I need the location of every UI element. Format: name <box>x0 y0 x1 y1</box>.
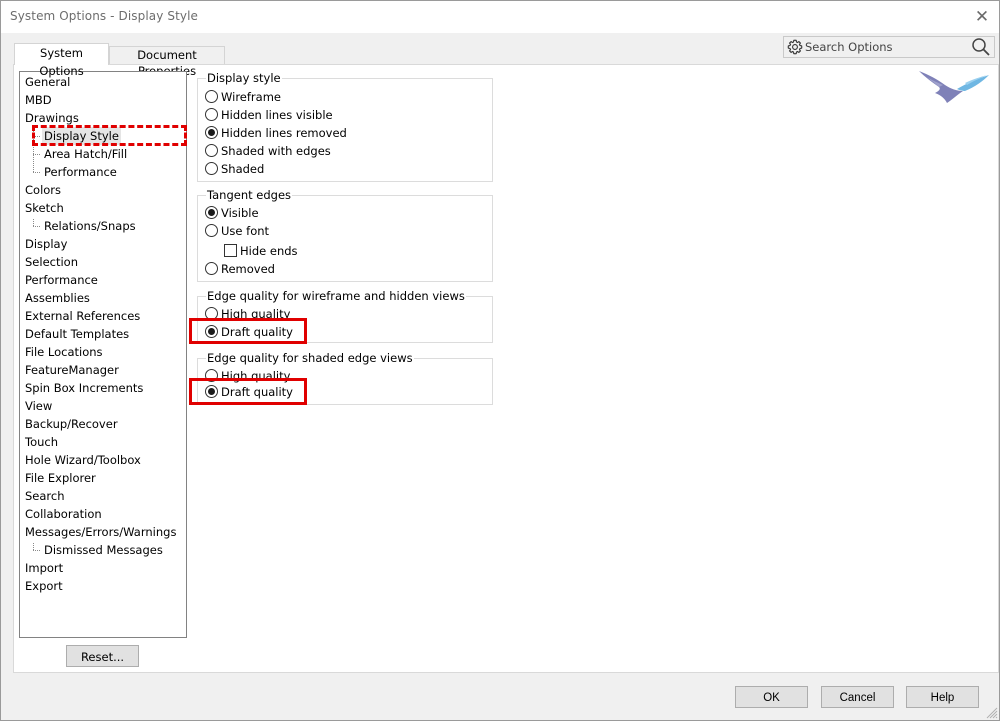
window-title: System Options - Display Style <box>10 9 199 23</box>
tree-item-area-hatch-fill[interactable]: Area Hatch/Fill <box>44 145 127 163</box>
tangent-edges-group-title: Tangent edges <box>206 188 293 202</box>
gear-icon[interactable] <box>786 38 804 56</box>
tab-document-properties[interactable]: Document Properties <box>109 46 225 78</box>
checkbox-label: Hide ends <box>240 244 298 258</box>
close-button[interactable]: ✕ <box>969 4 995 30</box>
display-style-group: Display style Wireframe Hidden lines vis… <box>197 71 493 182</box>
radio-wireframe[interactable]: Wireframe <box>205 88 281 106</box>
tree-item-mbd[interactable]: MBD <box>25 91 52 109</box>
tree-guide-messages <box>33 543 34 550</box>
radio-label: Wireframe <box>221 90 281 104</box>
tree-hook <box>33 172 40 173</box>
tree-item-drawings-performance[interactable]: Performance <box>44 163 117 181</box>
edge-quality-shaded-title: Edge quality for shaded edge views <box>206 351 414 365</box>
search-options-box[interactable] <box>783 36 995 58</box>
radio-label: Visible <box>221 206 259 220</box>
radio-wireframe-draft-quality[interactable]: Draft quality <box>205 323 293 341</box>
reset-button[interactable]: Reset... <box>66 645 139 667</box>
radio-label: Draft quality <box>221 325 293 339</box>
tree-item-display[interactable]: Display <box>25 235 67 253</box>
radio-button[interactable] <box>205 369 218 382</box>
checkbox[interactable] <box>224 244 237 257</box>
radio-label: Shaded <box>221 162 265 176</box>
radio-label: High quality <box>221 307 291 321</box>
tree-item-view[interactable]: View <box>25 397 52 415</box>
radio-label: Use font <box>221 224 270 238</box>
tree-item-hole-wizard-toolbox[interactable]: Hole Wizard/Toolbox <box>25 451 141 469</box>
radio-hidden-lines-removed[interactable]: Hidden lines removed <box>205 124 347 142</box>
radio-button[interactable] <box>205 144 218 157</box>
radio-button-selected[interactable] <box>205 126 218 139</box>
search-input[interactable] <box>804 38 964 56</box>
edge-quality-wireframe-title: Edge quality for wireframe and hidden vi… <box>206 289 466 303</box>
title-bar: System Options - Display Style ✕ <box>1 1 999 33</box>
search-icon[interactable] <box>971 37 991 57</box>
radio-use-font[interactable]: Use font <box>205 222 269 240</box>
radio-button-selected[interactable] <box>205 206 218 219</box>
solidworks-bird-logo <box>919 71 989 103</box>
checkbox-hide-ends[interactable]: Hide ends <box>224 242 298 260</box>
display-style-group-title: Display style <box>206 71 282 85</box>
radio-label: Draft quality <box>221 385 293 399</box>
tree-item-spin-box-increments[interactable]: Spin Box Increments <box>25 379 143 397</box>
tree-item-performance[interactable]: Performance <box>25 271 98 289</box>
tree-item-assemblies[interactable]: Assemblies <box>25 289 90 307</box>
radio-label: High quality <box>221 369 291 383</box>
tree-item-drawings[interactable]: Drawings <box>25 109 79 127</box>
tree-item-default-templates[interactable]: Default Templates <box>25 325 129 343</box>
radio-shaded[interactable]: Shaded <box>205 160 264 178</box>
tree-item-collaboration[interactable]: Collaboration <box>25 505 102 523</box>
options-tree[interactable]: General MBD Drawings Display Style Area … <box>19 71 187 638</box>
tree-item-file-explorer[interactable]: File Explorer <box>25 469 96 487</box>
close-icon: ✕ <box>974 7 990 27</box>
tree-item-featuremanager[interactable]: FeatureManager <box>25 361 119 379</box>
radio-wireframe-high-quality[interactable]: High quality <box>205 305 290 323</box>
resize-grip-icon[interactable] <box>986 707 998 719</box>
tree-item-dismissed-messages[interactable]: Dismissed Messages <box>44 541 163 559</box>
tab-system-options[interactable]: System Options <box>14 43 109 78</box>
radio-button[interactable] <box>205 108 218 121</box>
tree-item-selection[interactable]: Selection <box>25 253 78 271</box>
cancel-button[interactable]: Cancel <box>821 686 894 708</box>
help-button[interactable]: Help <box>906 686 979 708</box>
radio-shaded-with-edges[interactable]: Shaded with edges <box>205 142 331 160</box>
radio-label: Removed <box>221 262 275 276</box>
radio-button[interactable] <box>205 307 218 320</box>
ok-button[interactable]: OK <box>735 686 808 708</box>
system-options-dialog: System Options - Display Style ✕ System … <box>0 0 1000 721</box>
radio-button-selected[interactable] <box>205 385 218 398</box>
radio-label: Hidden lines visible <box>221 108 333 122</box>
tree-item-export[interactable]: Export <box>25 577 63 595</box>
tree-item-search[interactable]: Search <box>25 487 65 505</box>
edge-quality-shaded-group: Edge quality for shaded edge views High … <box>197 351 493 405</box>
tree-item-external-references[interactable]: External References <box>25 307 140 325</box>
radio-visible[interactable]: Visible <box>205 204 259 222</box>
tree-hook <box>33 154 40 155</box>
radio-label: Hidden lines removed <box>221 126 347 140</box>
tree-item-import[interactable]: Import <box>25 559 63 577</box>
radio-button-selected[interactable] <box>205 325 218 338</box>
tangent-edges-group: Tangent edges Visible Use font Hide ends… <box>197 188 493 282</box>
tree-guide-sketch <box>33 219 34 226</box>
radio-button[interactable] <box>205 224 218 237</box>
tree-item-file-locations[interactable]: File Locations <box>25 343 103 361</box>
tree-hook <box>33 136 40 137</box>
tree-hook <box>33 226 40 227</box>
radio-shaded-draft-quality[interactable]: Draft quality <box>205 383 293 401</box>
tree-item-messages-errors-warnings[interactable]: Messages/Errors/Warnings <box>25 523 176 541</box>
tree-item-sketch[interactable]: Sketch <box>25 199 64 217</box>
radio-removed[interactable]: Removed <box>205 260 275 278</box>
radio-button[interactable] <box>205 262 218 275</box>
tree-item-touch[interactable]: Touch <box>25 433 58 451</box>
edge-quality-wireframe-group: Edge quality for wireframe and hidden vi… <box>197 289 493 343</box>
tree-item-colors[interactable]: Colors <box>25 181 61 199</box>
radio-hidden-lines-visible[interactable]: Hidden lines visible <box>205 106 333 124</box>
tree-item-backup-recover[interactable]: Backup/Recover <box>25 415 118 433</box>
tree-item-display-style[interactable]: Display Style <box>42 127 121 145</box>
radio-button[interactable] <box>205 90 218 103</box>
radio-button[interactable] <box>205 162 218 175</box>
tree-item-relations-snaps[interactable]: Relations/Snaps <box>44 217 136 235</box>
tree-hook <box>33 550 40 551</box>
radio-label: Shaded with edges <box>221 144 331 158</box>
